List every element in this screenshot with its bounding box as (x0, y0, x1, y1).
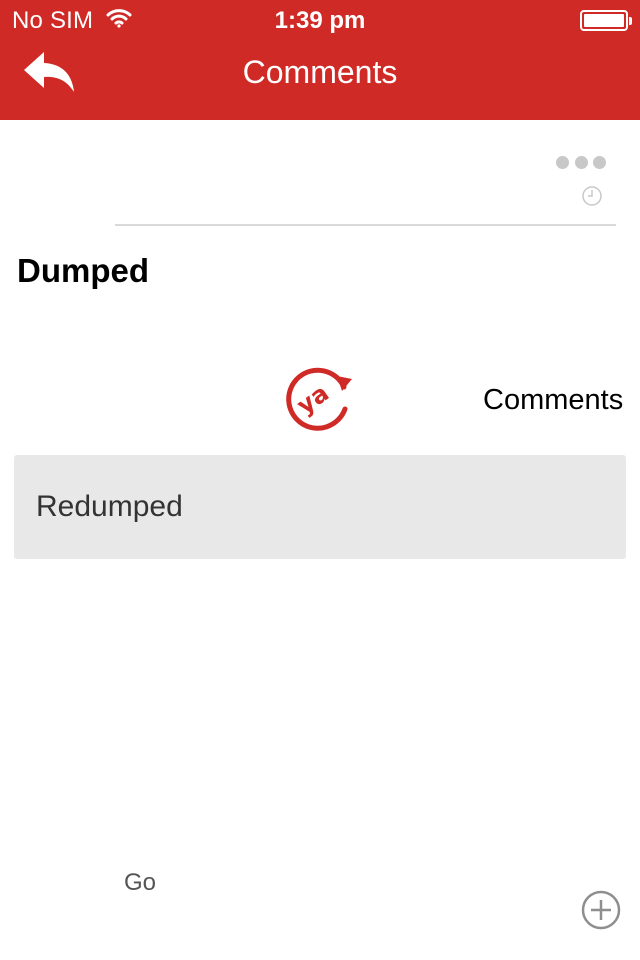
logo-text: ya (292, 379, 334, 420)
page-title: Comments (242, 54, 398, 90)
status-bar: No SIM 1:39 pm (0, 0, 640, 40)
battery-icon (580, 10, 632, 31)
divider (115, 224, 616, 226)
clock-icon (582, 186, 602, 206)
status-time: 1:39 pm (274, 7, 366, 34)
more-options-button[interactable] (552, 152, 610, 172)
redumped-button[interactable]: Redumped (14, 455, 626, 559)
post-title: Dumped (17, 252, 149, 289)
redumped-label: Redumped (36, 490, 183, 523)
app-header: No SIM 1:39 pm Comments (0, 0, 640, 120)
go-button[interactable]: Go (124, 869, 156, 897)
comments-link[interactable]: Comments (483, 384, 623, 417)
plus-circle-icon[interactable] (580, 889, 622, 931)
ya-logo-icon[interactable]: ya (282, 363, 354, 435)
